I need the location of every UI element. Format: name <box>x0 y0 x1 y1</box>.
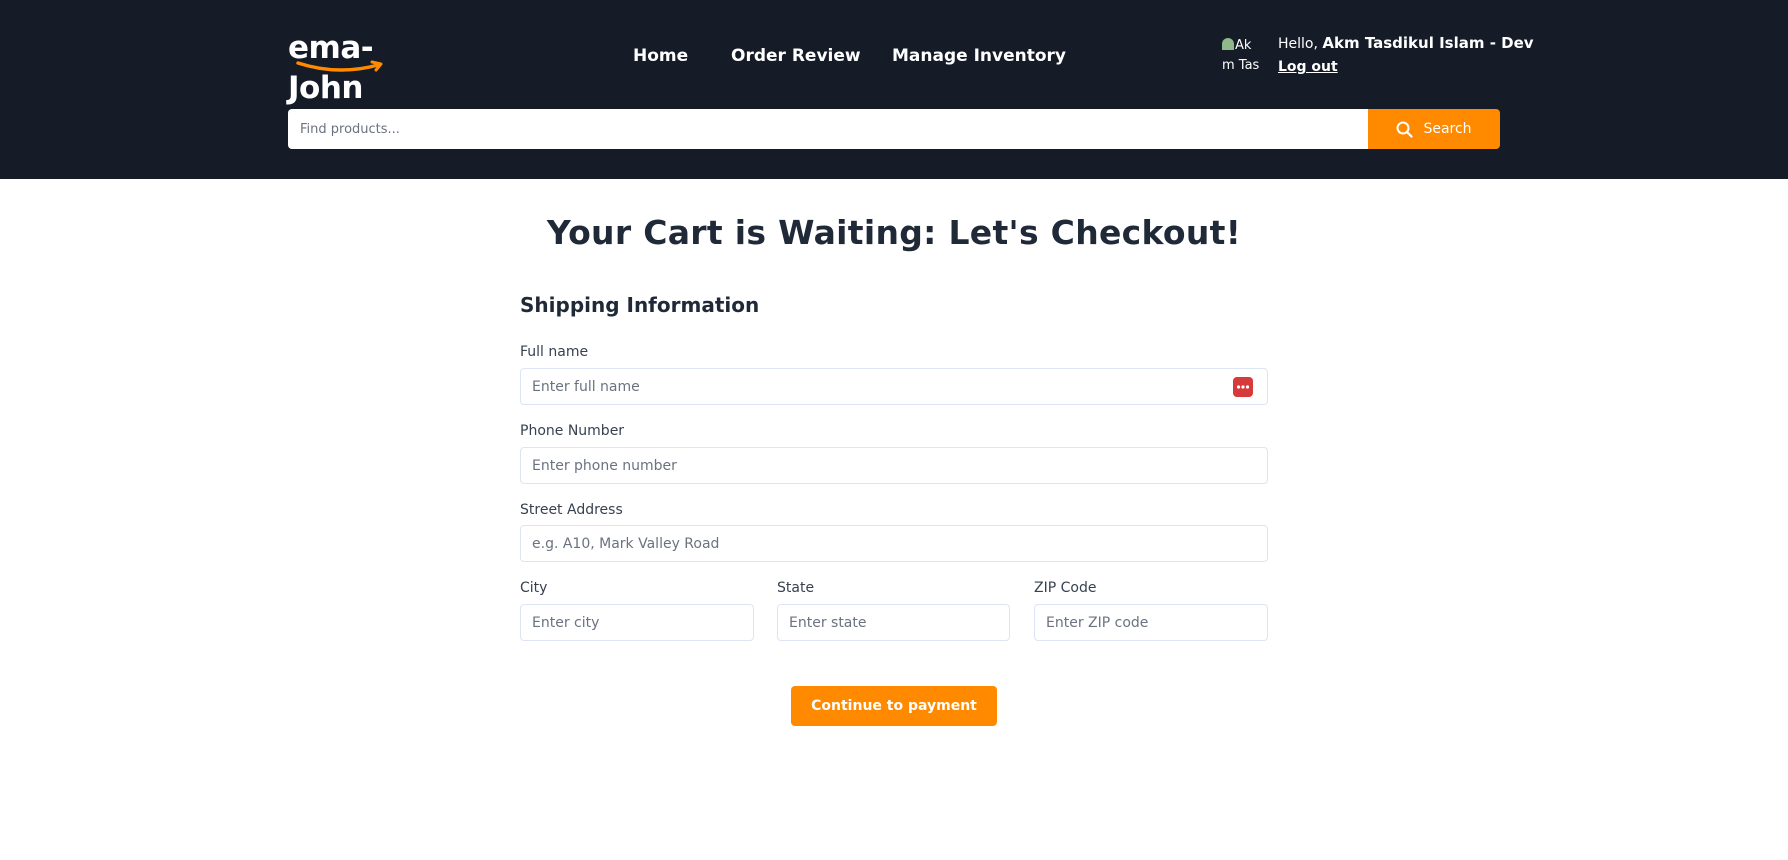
nav-link-home[interactable]: Home <box>633 42 688 70</box>
site-header: ema-John Home Order Review Manage Invent… <box>0 0 1788 179</box>
nav-link-manage-inventory[interactable]: Manage Inventory <box>892 42 1066 70</box>
dots-icon <box>1236 385 1250 389</box>
full-name-input[interactable] <box>520 368 1268 405</box>
city-input[interactable] <box>520 604 754 641</box>
brand-logo[interactable]: ema-John <box>288 28 438 106</box>
zip-code-label: ZIP Code <box>1034 580 1097 596</box>
user-panel: Akm Tasdikul Islam Hello, Akm Tasdikul I… <box>1222 32 1534 82</box>
state-label: State <box>777 580 815 596</box>
search-input[interactable] <box>288 109 1369 149</box>
avatar: Akm Tasdikul Islam <box>1222 36 1262 76</box>
state-input[interactable] <box>777 604 1010 641</box>
greeting-hello: Hello, <box>1278 36 1323 52</box>
phone-label: Phone Number <box>520 423 625 439</box>
search-button[interactable]: Search <box>1368 109 1500 149</box>
street-address-label: Street Address <box>520 502 623 518</box>
search-bar: Search <box>288 109 1500 149</box>
page-title: Your Cart is Waiting: Let's Checkout! <box>546 213 1242 252</box>
search-button-label: Search <box>1423 121 1472 137</box>
search-icon <box>1396 121 1414 138</box>
logout-link[interactable]: Log out <box>1278 58 1338 76</box>
user-greeting: Hello, Akm Tasdikul Islam - Dev <box>1278 32 1534 55</box>
continue-to-payment-button[interactable]: Continue to payment <box>791 686 997 726</box>
phone-input[interactable] <box>520 447 1268 484</box>
street-address-input[interactable] <box>520 525 1268 562</box>
logo-smile-icon <box>296 60 383 72</box>
password-manager-icon[interactable] <box>1233 377 1253 397</box>
nav-link-order-review[interactable]: Order Review <box>731 42 861 70</box>
full-name-label: Full name <box>520 344 589 360</box>
city-label: City <box>520 580 548 596</box>
section-title: Shipping Information <box>520 293 760 317</box>
broken-image-icon <box>1222 38 1234 50</box>
zip-code-input[interactable] <box>1034 604 1268 641</box>
user-name: Akm Tasdikul Islam - Dev <box>1322 34 1534 52</box>
